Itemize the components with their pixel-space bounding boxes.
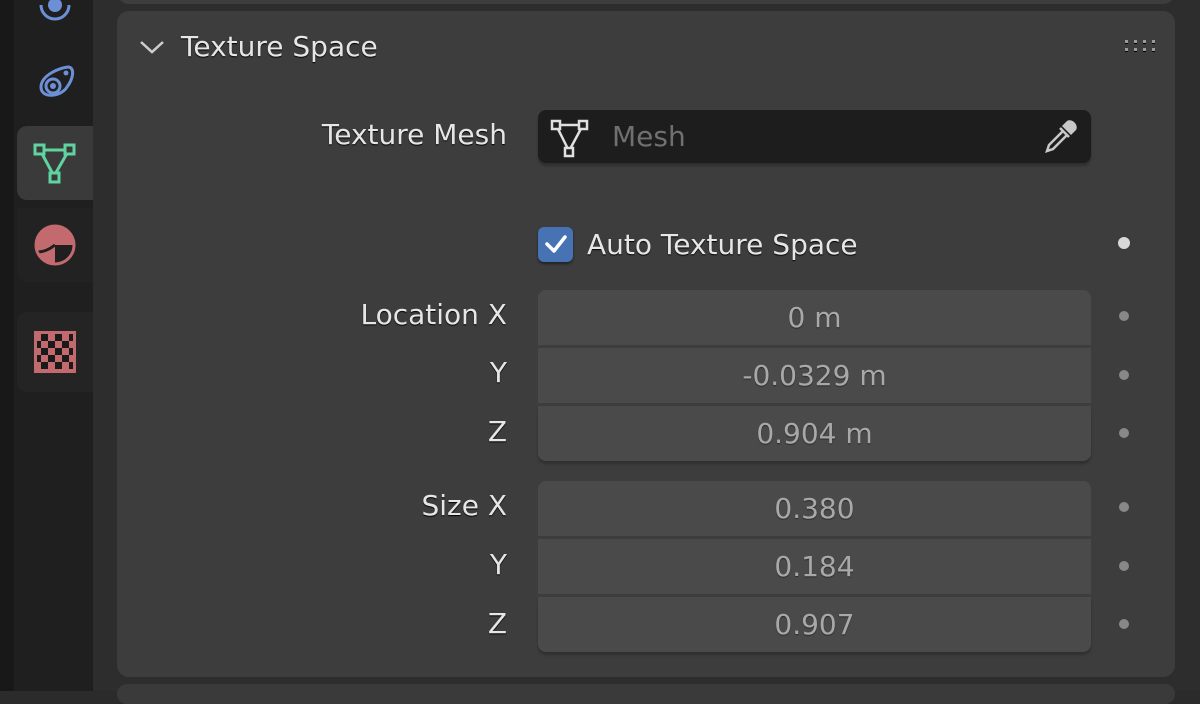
location-z-field[interactable]: 0.904 m — [538, 406, 1091, 461]
size-z-keyframe-dot[interactable] — [1119, 619, 1129, 629]
texture-space-panel: Texture Space Texture Mesh Mesh Auto Tex… — [117, 11, 1175, 677]
texture-mesh-field[interactable]: Mesh — [538, 110, 1091, 163]
location-y-field[interactable]: -0.0329 m — [538, 348, 1091, 403]
tab-material[interactable] — [17, 208, 93, 282]
auto-texture-space-keyframe-dot[interactable] — [1118, 237, 1130, 249]
location-x-keyframe-dot[interactable] — [1119, 311, 1129, 321]
texture-checker-icon — [34, 331, 76, 373]
auto-texture-space-toggle[interactable]: Auto Texture Space — [538, 224, 858, 264]
location-y-keyframe-dot[interactable] — [1119, 370, 1129, 380]
location-x-field[interactable]: 0 m — [538, 290, 1091, 345]
checkmark-icon — [544, 235, 567, 253]
physics-icon — [39, 65, 75, 97]
size-x-field[interactable]: 0.380 — [538, 481, 1091, 536]
size-y-keyframe-dot[interactable] — [1119, 561, 1129, 571]
drag-handle-icon[interactable] — [1125, 40, 1159, 58]
size-fields: 0.380 0.184 0.907 — [538, 481, 1091, 652]
location-z-label: Z — [487, 415, 507, 448]
location-z-keyframe-dot[interactable] — [1119, 428, 1129, 438]
size-z-label: Z — [487, 607, 507, 640]
size-y-field[interactable]: 0.184 — [538, 539, 1091, 594]
size-x-label: Size X — [421, 489, 507, 522]
mesh-data-icon — [33, 143, 76, 184]
properties-tab-bar — [0, 0, 93, 691]
tab-constraints[interactable] — [17, 0, 93, 42]
size-y-label: Y — [489, 548, 507, 581]
constraint-icon — [39, 0, 71, 21]
size-z-field[interactable]: 0.907 — [538, 597, 1091, 652]
location-fields: 0 m -0.0329 m 0.904 m — [538, 290, 1091, 461]
eyedropper-icon[interactable] — [1041, 117, 1081, 157]
chevron-down-icon — [140, 41, 164, 54]
previous-panel — [117, 0, 1175, 4]
material-icon — [34, 224, 76, 266]
panel-title: Texture Space — [181, 30, 378, 63]
texture-mesh-placeholder: Mesh — [612, 120, 686, 153]
size-x-keyframe-dot[interactable] — [1119, 502, 1129, 512]
mesh-icon — [550, 119, 589, 158]
texture-mesh-label: Texture Mesh — [321, 118, 507, 151]
tab-texture[interactable] — [17, 312, 93, 392]
auto-texture-space-checkbox[interactable] — [538, 226, 573, 262]
tab-bar-edge — [0, 0, 14, 691]
location-y-label: Y — [489, 356, 507, 389]
tab-physics[interactable] — [17, 44, 93, 118]
next-panel — [117, 684, 1175, 704]
tab-object-data[interactable] — [17, 126, 93, 200]
auto-texture-space-label: Auto Texture Space — [587, 227, 858, 261]
panel-header[interactable]: Texture Space — [117, 11, 1175, 85]
location-x-label: Location X — [360, 298, 507, 331]
